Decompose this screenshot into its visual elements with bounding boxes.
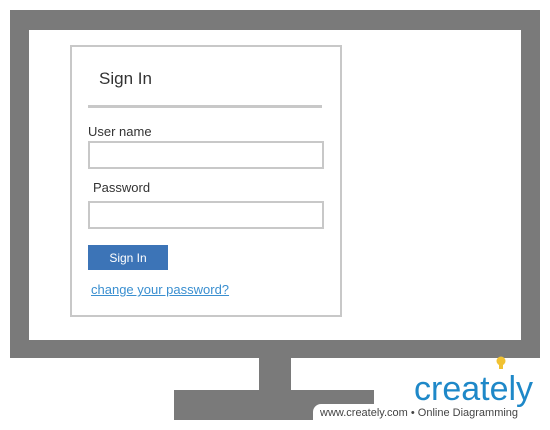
sign-in-button[interactable]: Sign In <box>88 245 168 270</box>
password-input[interactable] <box>88 201 324 229</box>
lightbulb-icon <box>496 356 506 369</box>
login-card: Sign In User name Password Sign In chang… <box>70 45 342 317</box>
change-password-link[interactable]: change your password? <box>91 282 229 297</box>
monitor-neck <box>259 358 291 392</box>
login-title: Sign In <box>99 69 152 88</box>
password-label: Password <box>93 180 151 195</box>
footer-text: www.creately.com • Online Diagramming <box>320 407 519 419</box>
creately-logo: creately <box>414 370 534 408</box>
username-label: User name <box>88 124 152 139</box>
title-divider <box>88 105 322 108</box>
username-input[interactable] <box>88 141 324 169</box>
